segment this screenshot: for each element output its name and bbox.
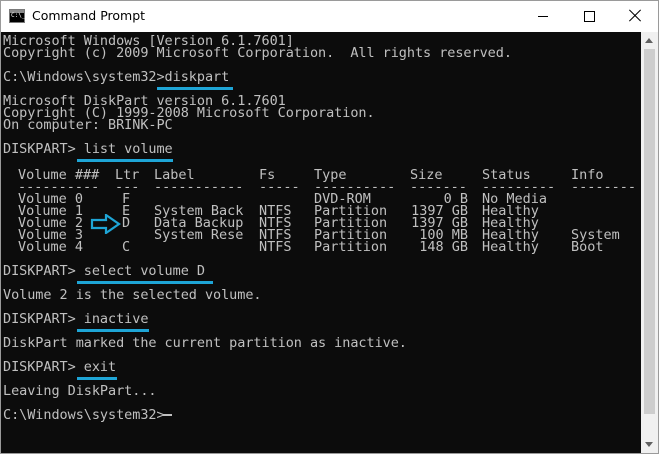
arrow-right-icon [90, 214, 121, 234]
minimize-button[interactable] [520, 1, 566, 31]
console-output[interactable]: Microsoft Windows [Version 6.1.7601] Cop… [1, 32, 641, 453]
cmd-icon[interactable] [9, 9, 25, 23]
console-line: DiskPart marked the current partition as… [3, 335, 407, 351]
console-line-final-prompt: C:\Windows\system32> [3, 407, 165, 423]
volume-table: Volume ### Ltr Label Fs Type Size Status… [1, 168, 641, 255]
console-line: On computer: BRINK-PC [3, 117, 173, 133]
scroll-down-icon[interactable] [641, 436, 658, 453]
console-line: Volume 2 is the selected volume. [3, 287, 262, 303]
cell-size: 148 GB [419, 239, 468, 255]
cell-status: Healthy [482, 239, 539, 255]
console-line-inactive: DISKPART> inactive [3, 311, 149, 327]
highlight-underline-list-volume [77, 159, 173, 162]
vertical-scrollbar[interactable] [641, 32, 658, 453]
cell-volume: Volume 4 [18, 239, 84, 255]
cell-label: System Rese [154, 227, 244, 243]
highlight-underline-exit [77, 377, 117, 380]
console-line: Copyright (c) 2009 Microsoft Corporation… [3, 45, 512, 61]
console-line-prompt-diskpart: C:\Windows\system32>diskpart [3, 69, 230, 85]
scroll-up-icon[interactable] [641, 32, 658, 49]
cell-info: Boot [571, 239, 604, 255]
cell-fs: NTFS [259, 239, 292, 255]
cell-ltr: D [122, 215, 131, 231]
scrollbar-thumb[interactable] [644, 49, 655, 414]
column-separator: ----- [259, 179, 300, 195]
close-icon [629, 9, 641, 21]
cell-type: Partition [314, 239, 388, 255]
close-button[interactable] [612, 1, 658, 31]
highlight-underline-diskpart [157, 87, 233, 90]
console-line-select-volume: DISKPART> select volume D [3, 263, 205, 279]
column-separator: -------- [571, 179, 637, 195]
highlight-underline-select-volume [77, 281, 213, 284]
cell-ltr: C [122, 239, 131, 255]
console-line-list-volume: DISKPART> list volume [3, 141, 173, 157]
minimize-icon [538, 16, 548, 17]
maximize-button[interactable] [566, 1, 612, 31]
console-line-exit: DISKPART> exit [3, 359, 117, 375]
highlight-underline-inactive [77, 329, 149, 332]
title-bar[interactable]: Command Prompt [1, 1, 658, 32]
text-cursor [163, 414, 172, 416]
column-separator: ----------- [154, 179, 244, 195]
command-prompt-window: Command Prompt Microsoft Windows [Versio… [0, 0, 659, 454]
console-line: Leaving DiskPart... [3, 383, 157, 399]
maximize-icon [584, 11, 595, 22]
window-title: Command Prompt [32, 8, 146, 23]
